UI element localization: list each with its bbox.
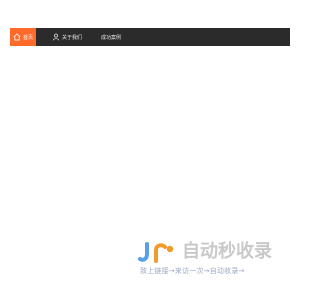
top-navbar: 首页 关于我们 成功案例 — [10, 28, 290, 46]
nav-item-home-label: 首页 — [22, 34, 33, 41]
logo-row: 自动秒收录 — [136, 240, 286, 264]
nav-item-about[interactable]: 关于我们 — [52, 28, 82, 46]
site-logo[interactable]: 自动秒收录 致上链接→来访一次→自动收录→ — [136, 240, 286, 280]
logo-title: 自动秒收录 — [182, 241, 272, 262]
page: 首页 关于我们 成功案例 自动秒收录 致上链接→来访一次→自动收录→ — [0, 0, 300, 300]
logo-mark-icon — [136, 241, 180, 263]
nav-item-home[interactable]: 首页 — [10, 28, 36, 46]
logo-slogan: 致上链接→来访一次→自动收录→ — [140, 267, 245, 275]
user-icon — [52, 33, 60, 41]
home-icon — [13, 33, 21, 41]
nav-item-cases-label: 成功案例 — [101, 34, 122, 41]
nav-item-about-label: 关于我们 — [62, 34, 83, 41]
nav-item-cases[interactable]: 成功案例 — [101, 28, 121, 46]
